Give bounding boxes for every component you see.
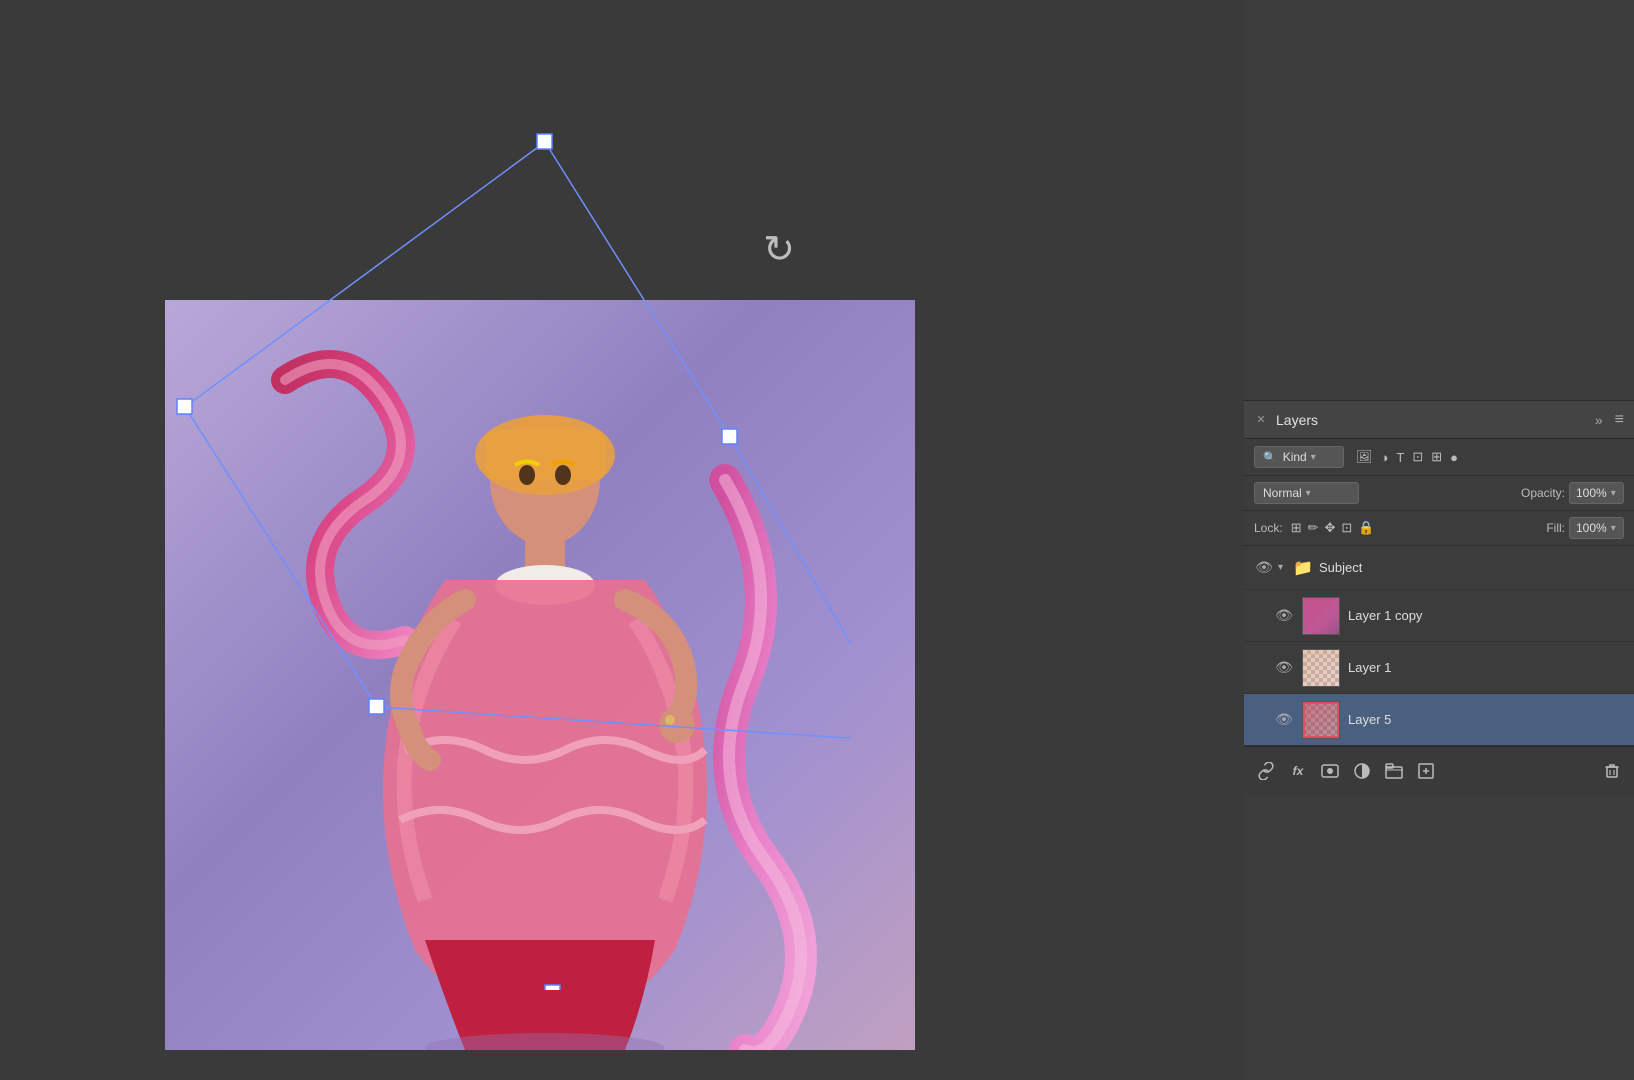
blend-chevron-icon: ▾ xyxy=(1306,488,1311,499)
layers-panel: ✕ Layers » ≡ 🔍 Kind ▾ 🖼 ◑ T ⊡ ⊞ ● xyxy=(1244,400,1634,794)
eye-button-layer5[interactable]: 👁 xyxy=(1274,710,1294,730)
kind-filter-row: 🔍 Kind ▾ 🖼 ◑ T ⊡ ⊞ ● xyxy=(1244,439,1634,476)
fill-group: Fill: 100% ▾ xyxy=(1546,517,1624,539)
layer-thumbnail-layer1 xyxy=(1302,649,1340,687)
blend-mode-label: Normal xyxy=(1263,486,1302,500)
opacity-value-text: 100% xyxy=(1576,486,1607,500)
layer-name-layer1copy: Layer 1 copy xyxy=(1348,608,1624,623)
layer-effects-button[interactable]: fx xyxy=(1286,759,1310,783)
blend-mode-select[interactable]: Normal ▾ xyxy=(1254,482,1359,504)
layer-item-layer1[interactable]: 👁 Layer 1 xyxy=(1244,642,1634,694)
kind-filter-label: Kind xyxy=(1283,450,1307,464)
lock-row: Lock: ⊞ ✏ ✥ ⊡ 🔒 Fill: 100% ▾ xyxy=(1244,511,1634,546)
panel-menu-button[interactable]: ≡ xyxy=(1615,411,1624,429)
lock-move-icon[interactable]: ✥ xyxy=(1325,520,1336,536)
search-icon: 🔍 xyxy=(1263,451,1277,464)
fill-value-text: 100% xyxy=(1576,521,1607,535)
kind-chevron-icon: ▾ xyxy=(1311,452,1316,463)
layer-name-layer5: Layer 5 xyxy=(1348,712,1624,727)
add-adjustment-button[interactable] xyxy=(1350,759,1374,783)
type-filter-icon[interactable]: T xyxy=(1396,450,1404,465)
model-content xyxy=(165,300,915,1050)
lock-draw-icon[interactable]: ✏ xyxy=(1308,520,1319,536)
panel-header: ✕ Layers » ≡ xyxy=(1244,401,1634,439)
canvas-area: .handle { fill: white; stroke: #6080ff; … xyxy=(0,0,940,1080)
main-image[interactable] xyxy=(165,300,915,1050)
opacity-chevron-icon: ▾ xyxy=(1611,488,1616,499)
kind-filter-select[interactable]: 🔍 Kind ▾ xyxy=(1254,446,1344,468)
right-panel: ✕ Layers » ≡ 🔍 Kind ▾ 🖼 ◑ T ⊡ ⊞ ● xyxy=(1244,0,1634,1080)
layer-name-layer1: Layer 1 xyxy=(1348,660,1624,675)
layer-item-layer5[interactable]: 👁 Layer 5 xyxy=(1244,694,1634,746)
layer-list: 👁 ▾ 📁 Subject 👁 Layer 1 copy 👁 Layer 1 xyxy=(1244,546,1634,746)
new-layer-button[interactable] xyxy=(1414,759,1438,783)
smartobject-filter-icon[interactable]: ⊞ xyxy=(1431,449,1442,465)
add-mask-button[interactable] xyxy=(1318,759,1342,783)
layer-thumbnail-layer1copy xyxy=(1302,597,1340,635)
filter-dot-icon[interactable]: ● xyxy=(1450,450,1458,465)
adjustment-filter-icon[interactable]: ◑ xyxy=(1381,450,1389,465)
layer-name-subject: Subject xyxy=(1319,560,1624,575)
expand-icon-subject[interactable]: ▾ xyxy=(1278,562,1283,573)
shape-filter-icon[interactable]: ⊡ xyxy=(1412,449,1423,465)
opacity-group: Opacity: 100% ▾ xyxy=(1521,482,1624,504)
blend-row: Normal ▾ Opacity: 100% ▾ xyxy=(1244,476,1634,511)
lock-icons: ⊞ ✏ ✥ ⊡ 🔒 xyxy=(1291,520,1375,536)
panel-footer: fx xyxy=(1244,746,1634,794)
lock-pixels-icon[interactable]: ⊞ xyxy=(1291,520,1302,536)
panel-collapse-button[interactable]: » xyxy=(1595,412,1603,428)
fill-chevron-icon: ▾ xyxy=(1611,523,1616,534)
eye-button-subject[interactable]: 👁 xyxy=(1254,558,1274,578)
new-group-button[interactable] xyxy=(1382,759,1406,783)
panel-close-button[interactable]: ✕ xyxy=(1254,413,1268,427)
lock-label: Lock: xyxy=(1254,521,1283,535)
fill-label: Fill: xyxy=(1546,521,1565,535)
panel-header-left: ✕ Layers xyxy=(1254,412,1318,428)
eye-button-layer1copy[interactable]: 👁 xyxy=(1274,606,1294,626)
opacity-label: Opacity: xyxy=(1521,486,1565,500)
panel-title: Layers xyxy=(1276,412,1318,428)
lock-all-icon[interactable]: 🔒 xyxy=(1358,520,1374,536)
lock-artboard-icon[interactable]: ⊡ xyxy=(1341,520,1352,536)
layer-group-subject[interactable]: 👁 ▾ 📁 Subject xyxy=(1244,546,1634,590)
pixel-filter-icon[interactable]: 🖼 xyxy=(1356,449,1373,465)
layer-thumbnail-layer5 xyxy=(1302,701,1340,739)
kind-filter-icons: 🖼 ◑ T ⊡ ⊞ ● xyxy=(1356,449,1458,465)
folder-icon-subject: 📁 xyxy=(1293,558,1313,578)
link-layers-button[interactable] xyxy=(1254,759,1278,783)
fill-input[interactable]: 100% ▾ xyxy=(1569,517,1624,539)
opacity-input[interactable]: 100% ▾ xyxy=(1569,482,1624,504)
layer-item-layer1copy[interactable]: 👁 Layer 1 copy xyxy=(1244,590,1634,642)
canvas-wrapper: .handle { fill: white; stroke: #6080ff; … xyxy=(90,130,850,990)
eye-button-layer1[interactable]: 👁 xyxy=(1274,658,1294,678)
svg-text:↺: ↺ xyxy=(763,229,795,271)
delete-layer-button[interactable] xyxy=(1600,759,1624,783)
